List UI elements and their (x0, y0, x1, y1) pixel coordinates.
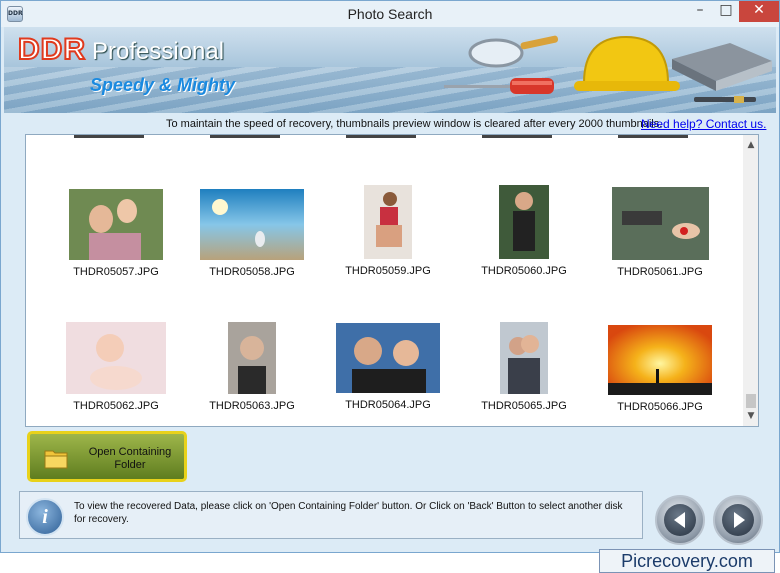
pen-icon (694, 96, 756, 103)
title-bar: DDR Photo Search – □ ✕ (1, 1, 779, 27)
book-icon (672, 43, 772, 91)
photo-thumbnail (364, 185, 412, 259)
thumbnail-filename: THDR05064.JPG (345, 399, 431, 411)
hard-hat-icon (574, 35, 680, 91)
photo-thumbnail (500, 322, 548, 394)
thumbnail-item[interactable]: THDR05062.JPG (51, 322, 181, 412)
previous-row-cutoff (74, 135, 688, 138)
back-arrow-icon (674, 512, 685, 528)
scroll-up-arrow-icon[interactable]: ▲ (743, 137, 758, 154)
status-message: To view the recovered Data, please click… (74, 501, 623, 525)
thumbnail-filename: THDR05065.JPG (481, 400, 567, 412)
watermark: Picrecovery.com (599, 549, 775, 573)
info-icon: i (26, 498, 64, 536)
banner: DDR Professional Speedy & Mighty (4, 27, 776, 113)
thumbnail-filename: THDR05060.JPG (481, 265, 567, 277)
photo-thumbnail (608, 325, 712, 395)
maximize-button[interactable]: □ (713, 1, 739, 22)
close-button[interactable]: ✕ (739, 1, 779, 22)
product-name: Professional (92, 38, 225, 65)
scroll-down-arrow-icon[interactable]: ▼ (743, 408, 758, 425)
photo-thumbnail (336, 323, 440, 393)
thumbnail-item[interactable]: THDR05065.JPG (459, 322, 589, 412)
thumbnail-filename: THDR05062.JPG (73, 400, 159, 412)
photo-thumbnail (228, 322, 276, 394)
window-title: Photo Search (347, 6, 433, 22)
vertical-scrollbar[interactable]: ▲ ▼ (743, 135, 758, 426)
thumbnail-filename: THDR05058.JPG (209, 266, 295, 278)
thumbnail-item[interactable]: THDR05061.JPG (595, 187, 725, 278)
thumbnail-item[interactable]: THDR05063.JPG (187, 322, 317, 412)
info-bar: To maintain the speed of recovery, thumb… (11, 117, 771, 133)
minimize-button[interactable]: – (687, 1, 713, 22)
open-folder-label: Open Containing Folder (88, 446, 172, 471)
scroll-thumb[interactable] (746, 394, 756, 408)
photo-thumbnail (499, 185, 549, 259)
back-button[interactable] (655, 495, 705, 545)
thumbnail-filename: THDR05057.JPG (73, 266, 159, 278)
screwdriver-icon (444, 78, 554, 94)
next-arrow-icon (734, 512, 745, 528)
app-window: DDR Photo Search – □ ✕ DDR Professional S… (0, 0, 780, 553)
thumbnail-item[interactable]: THDR05060.JPG (459, 185, 589, 277)
thumbnail-filename: THDR05063.JPG (209, 400, 295, 412)
photo-thumbnail (69, 189, 163, 260)
thumbnail-filename: THDR05061.JPG (617, 266, 703, 278)
open-containing-folder-button[interactable]: Open Containing Folder (27, 431, 187, 482)
brand-logo: DDR Professional (17, 32, 225, 67)
next-button[interactable] (713, 495, 763, 545)
banner-tools-illustration (444, 35, 772, 103)
brand-name: DDR (17, 32, 86, 67)
thumbnail-filename: THDR05059.JPG (345, 265, 431, 277)
thumbnail-preview: THDR05057.JPG THDR05058.JPG THDR05059.JP… (25, 134, 759, 427)
thumbnail-item[interactable]: THDR05058.JPG (187, 189, 317, 278)
tagline: Speedy & Mighty (90, 75, 236, 95)
thumbnail-item[interactable]: THDR05057.JPG (51, 189, 181, 278)
folder-icon (44, 450, 68, 469)
thumbnail-item[interactable]: THDR05066.JPG (595, 325, 725, 413)
thumbnail-filename: THDR05066.JPG (617, 401, 703, 413)
photo-thumbnail (200, 189, 304, 260)
magnifier-icon (468, 35, 559, 68)
photo-thumbnail (611, 187, 709, 260)
status-bar: i To view the recovered Data, please cli… (19, 491, 643, 539)
help-link[interactable]: Need help? Contact us. (641, 117, 766, 131)
thumbnail-item[interactable]: THDR05064.JPG (323, 323, 453, 411)
info-message: To maintain the speed of recovery, thumb… (166, 118, 663, 130)
thumbnail-item[interactable]: THDR05059.JPG (323, 185, 453, 277)
photo-thumbnail (66, 322, 166, 394)
